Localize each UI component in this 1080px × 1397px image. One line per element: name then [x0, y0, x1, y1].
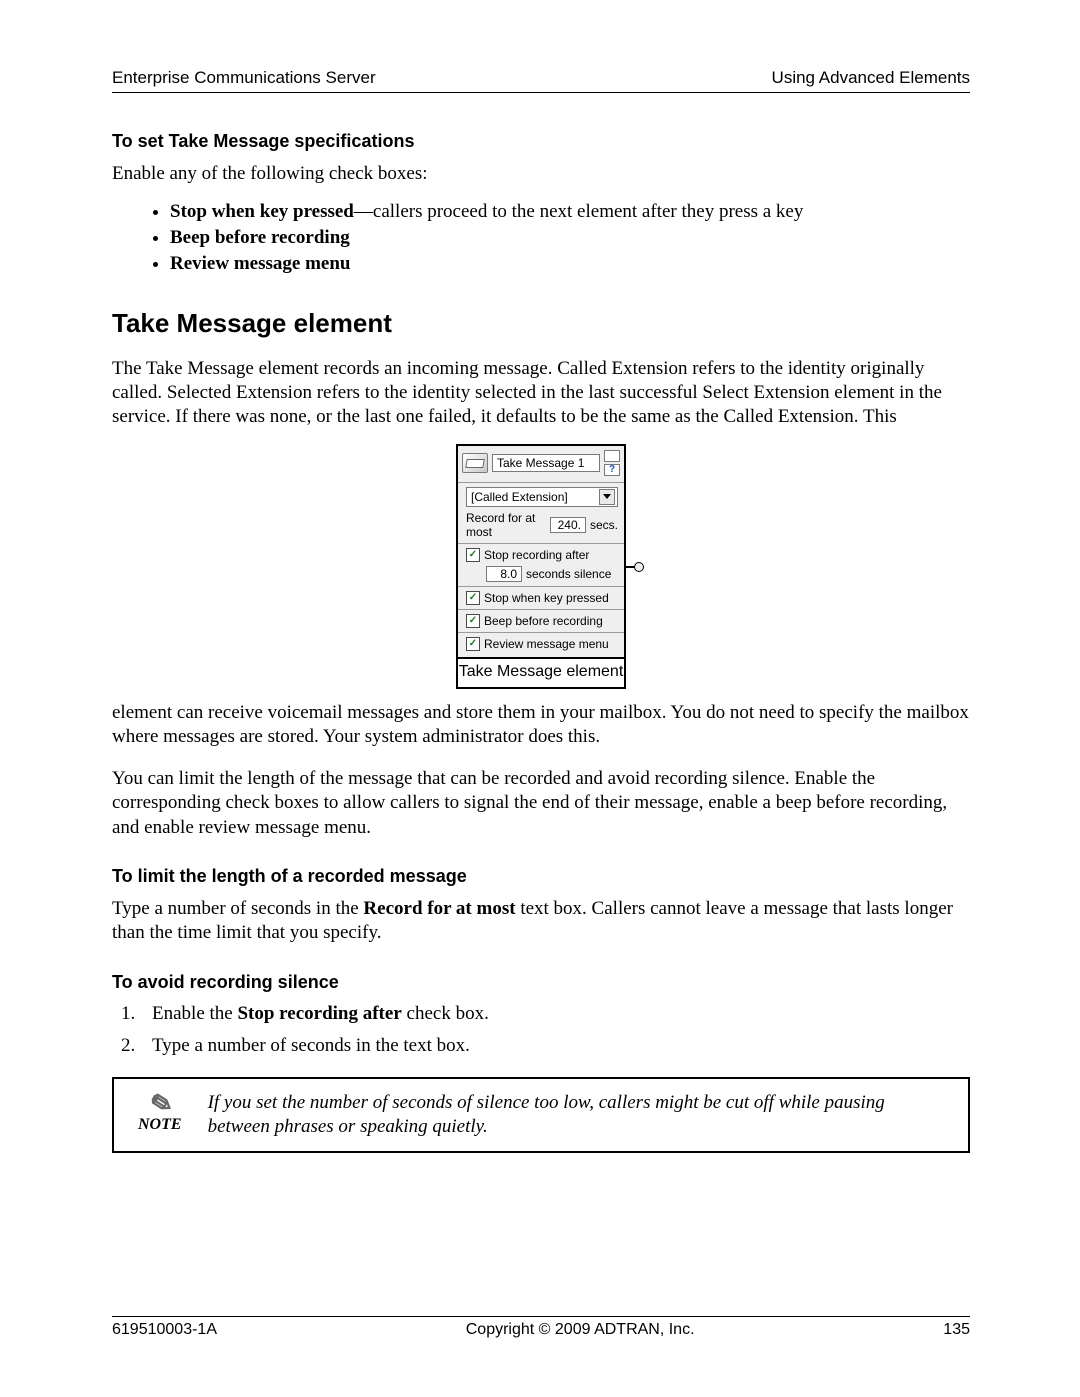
beep-checkbox[interactable]: [466, 614, 480, 628]
element-title[interactable]: Take Message 1: [492, 454, 600, 472]
beep-row: Beep before recording: [458, 612, 624, 630]
extension-select[interactable]: [Called Extension]: [466, 487, 618, 507]
limit-bold: Record for at most: [363, 898, 515, 919]
step1-pre: Enable the: [152, 1003, 237, 1024]
spec-bullets: Stop when key pressed—callers proceed to…: [112, 200, 970, 275]
beep-label: Beep before recording: [484, 614, 603, 628]
bullet-stop-key-rest: —callers proceed to the next element aft…: [354, 201, 803, 222]
silence-seconds-input[interactable]: 8.0: [486, 566, 522, 582]
record-post: secs.: [590, 518, 618, 532]
stop-key-row: Stop when key pressed: [458, 589, 624, 607]
section-p2: element can receive voicemail messages a…: [112, 701, 970, 750]
bullet-beep-bold: Beep before recording: [170, 227, 350, 248]
footer-center: Copyright © 2009 ADTRAN, Inc.: [466, 1321, 695, 1339]
limit-length-p: Type a number of seconds in the Record f…: [112, 897, 970, 946]
step1-bold: Stop recording after: [237, 1003, 401, 1024]
bullet-beep: Beep before recording: [170, 226, 970, 250]
note-box: ✎ NOTE If you set the number of seconds …: [112, 1077, 970, 1154]
page: Enterprise Communications Server Using A…: [0, 0, 1080, 1397]
bullet-review: Review message menu: [170, 252, 970, 276]
panel-corner-icons: ?: [604, 450, 620, 476]
footer-right: 135: [943, 1321, 970, 1339]
chevron-down-icon[interactable]: [599, 489, 615, 505]
bullet-review-bold: Review message menu: [170, 253, 350, 274]
section-title: Take Message element: [112, 308, 970, 339]
header-right: Using Advanced Elements: [772, 68, 970, 88]
step-1: Enable the Stop recording after check bo…: [140, 1003, 970, 1025]
stop-recording-checkbox[interactable]: [466, 548, 480, 562]
stop-recording-label: Stop recording after: [484, 548, 589, 562]
props-icon[interactable]: [604, 450, 620, 462]
record-seconds-input[interactable]: 240.: [550, 517, 586, 533]
figure: Take Message 1 ? [Called Extension] Reco…: [456, 444, 626, 689]
separator: [458, 543, 624, 544]
step1-post: check box.: [402, 1003, 489, 1024]
separator: [458, 609, 624, 610]
limit-pre: Type a number of seconds in the: [112, 898, 363, 919]
stop-key-checkbox[interactable]: [466, 591, 480, 605]
separator: [458, 482, 624, 483]
section-p3: You can limit the length of the message …: [112, 767, 970, 840]
element-icon: [462, 453, 488, 473]
section-p1: The Take Message element records an inco…: [112, 357, 970, 430]
bullet-stop-key: Stop when key pressed—callers proceed to…: [170, 200, 970, 224]
page-footer: 619510003-1A Copyright © 2009 ADTRAN, In…: [112, 1316, 970, 1339]
figure-caption: Take Message element: [456, 659, 626, 689]
subhead-avoid-silence: To avoid recording silence: [112, 972, 970, 993]
record-duration-row: Record for at most 240. secs.: [458, 509, 624, 541]
review-checkbox[interactable]: [466, 637, 480, 651]
review-row: Review message menu: [458, 635, 624, 657]
separator: [458, 632, 624, 633]
footer-left: 619510003-1A: [112, 1321, 217, 1339]
extension-select-row: [Called Extension]: [458, 485, 624, 509]
running-header: Enterprise Communications Server Using A…: [112, 68, 970, 93]
extension-select-value: [Called Extension]: [471, 490, 568, 504]
review-label: Review message menu: [484, 637, 609, 651]
avoid-silence-steps: Enable the Stop recording after check bo…: [112, 1003, 970, 1057]
output-connector-icon: [624, 566, 638, 568]
help-icon[interactable]: ?: [604, 464, 620, 476]
note-icon: ✎ NOTE: [138, 1096, 182, 1134]
silence-row: 8.0 seconds silence: [458, 564, 624, 584]
subhead-limit-length: To limit the length of a recorded messag…: [112, 866, 970, 887]
header-left: Enterprise Communications Server: [112, 68, 376, 88]
intro-text: Enable any of the following check boxes:: [112, 162, 970, 186]
step-2: Type a number of seconds in the text box…: [140, 1035, 970, 1057]
note-text: If you set the number of seconds of sile…: [208, 1091, 948, 1140]
silence-post: seconds silence: [526, 567, 611, 581]
element-panel: Take Message 1 ? [Called Extension] Reco…: [456, 444, 626, 659]
bullet-stop-key-bold: Stop when key pressed: [170, 201, 354, 222]
panel-titlebar: Take Message 1 ?: [458, 446, 624, 480]
stop-key-label: Stop when key pressed: [484, 591, 609, 605]
subhead-set-specs: To set Take Message specifications: [112, 131, 970, 152]
separator: [458, 586, 624, 587]
record-pre: Record for at most: [466, 511, 546, 539]
stop-recording-row: Stop recording after: [458, 546, 624, 564]
